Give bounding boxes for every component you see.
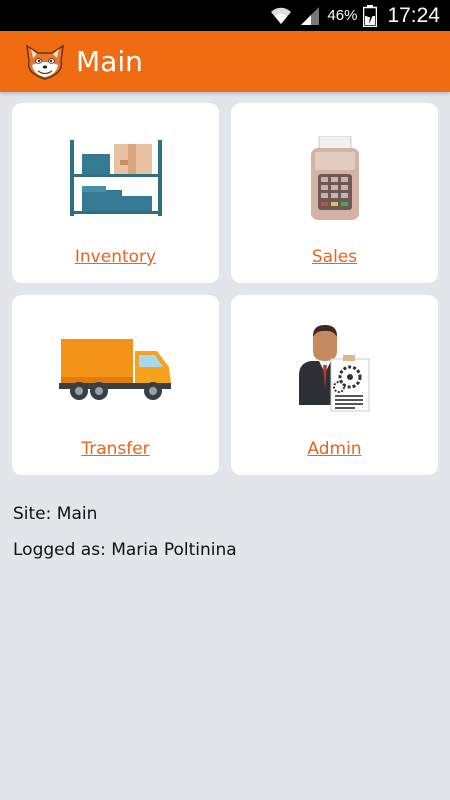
admin-tile[interactable]: Admin	[231, 295, 438, 475]
logged-user-info: Logged as: Maria Poltinina	[13, 540, 237, 560]
transfer-tile[interactable]: Transfer	[12, 295, 219, 475]
delivery-truck-icon	[12, 325, 219, 415]
clock: 17:24	[387, 3, 440, 27]
status-bar: 46% 17:24	[0, 0, 450, 31]
menu-grid: Inventory Sales Transfer Admin	[12, 103, 438, 475]
sales-label[interactable]: Sales	[231, 247, 438, 267]
cell-signal-icon	[299, 5, 321, 27]
admin-label[interactable]: Admin	[231, 439, 438, 459]
card-terminal-icon	[231, 133, 438, 223]
inventory-label[interactable]: Inventory	[12, 247, 219, 267]
wifi-icon	[269, 6, 293, 26]
battery-charging-icon	[363, 4, 378, 27]
warehouse-shelf-icon	[12, 133, 219, 223]
page-title: Main	[76, 45, 143, 78]
admin-businessman-icon	[231, 325, 438, 415]
site-info: Site: Main	[13, 504, 98, 524]
battery-percent: 46%	[327, 7, 358, 24]
sales-tile[interactable]: Sales	[231, 103, 438, 283]
transfer-label[interactable]: Transfer	[12, 439, 219, 459]
app-bar: Main	[0, 31, 450, 92]
inventory-tile[interactable]: Inventory	[12, 103, 219, 283]
fox-logo-icon	[24, 43, 66, 81]
